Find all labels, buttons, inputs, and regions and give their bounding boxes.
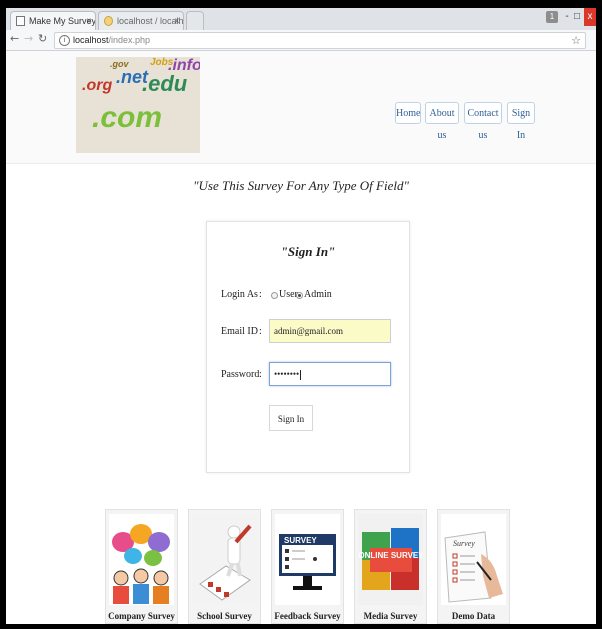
card-company-survey[interactable]: Company Survey (105, 509, 178, 624)
radio-user[interactable] (271, 292, 278, 299)
puzzle-icon: ONLINE SURVEY (358, 514, 423, 605)
tab-make-my-survey[interactable]: Make My Survey x (10, 11, 96, 30)
phpmyadmin-icon (104, 16, 113, 26)
email-field[interactable]: admin@gmail.com (269, 319, 391, 343)
checklist-pencil-icon (192, 514, 257, 605)
user-profile-icon[interactable]: 1 (546, 11, 558, 23)
tab-bar: Make My Survey x localhost / localhost /… (6, 8, 596, 30)
new-tab-button[interactable] (186, 11, 204, 30)
nav-about-us[interactable]: About us (425, 102, 459, 141)
card-caption: Demo Data (451, 611, 496, 621)
monitor-survey-icon: SURVEY (275, 514, 340, 605)
tab-localhost[interactable]: localhost / localhost / m x (98, 11, 184, 30)
password-value: •••••••• (274, 369, 300, 379)
colon: : (259, 289, 262, 300)
sign-in-panel: "Sign In" Login As : User Admin Email ID… (206, 221, 410, 473)
close-tab-icon[interactable]: x (87, 12, 91, 30)
colon: : (259, 369, 262, 380)
browser-window: Make My Survey x localhost / localhost /… (6, 8, 596, 624)
card-caption: Company Survey (108, 611, 175, 621)
logo-word: .info (168, 57, 200, 74)
close-window-button[interactable]: x (584, 8, 596, 26)
info-icon[interactable]: i (59, 35, 70, 46)
radio-admin[interactable] (296, 292, 303, 299)
nav-home[interactable]: Home (395, 102, 421, 124)
card-school-survey[interactable]: School Survey (188, 509, 261, 624)
sign-in-title: "Sign In" (280, 244, 336, 259)
forward-icon[interactable]: → (24, 32, 33, 45)
maximize-button[interactable]: □ (572, 8, 582, 26)
password-label: Password (221, 369, 260, 380)
card-caption: Feedback Survey (274, 611, 341, 621)
card-image-text: Survey (453, 539, 475, 548)
nav-contact-us[interactable]: Contact us (464, 102, 502, 141)
card-caption: Media Survey (363, 611, 418, 621)
password-field[interactable]: •••••••• (269, 362, 391, 386)
sign-in-button[interactable]: Sign In (269, 405, 313, 431)
card-caption: School Survey (197, 611, 252, 621)
site-header: .org .gov .net Jobs .edu .info .com Home… (6, 51, 596, 164)
card-image-text: ONLINE SURVEY (358, 551, 423, 560)
star-icon[interactable]: ☆ (571, 33, 581, 48)
back-icon[interactable]: ← (10, 32, 19, 45)
page-icon (16, 16, 25, 26)
logo-word: .org (82, 77, 113, 94)
minimize-button[interactable]: - (562, 8, 572, 26)
card-demo-data[interactable]: Survey Demo Data (437, 509, 510, 624)
email-label: Email ID (221, 326, 258, 337)
colon: : (259, 326, 262, 337)
url-text: localhost/index.php (73, 35, 151, 45)
nav-sign-in[interactable]: Sign In (507, 102, 535, 141)
login-as-label: Login As (221, 289, 258, 300)
logo[interactable]: .org .gov .net Jobs .edu .info .com (76, 57, 200, 153)
url-input[interactable]: i localhost/index.php ☆ (54, 32, 586, 49)
card-feedback-survey[interactable]: SURVEY Feedback Survey (271, 509, 344, 624)
address-bar: ← → ↻ i localhost/index.php ☆ (6, 30, 596, 51)
close-tab-icon[interactable]: x (175, 12, 179, 30)
tagline: "Use This Survey For Any Type Of Field" (193, 178, 409, 193)
card-media-survey[interactable]: ONLINE SURVEY Media Survey (354, 509, 427, 624)
survey-form-icon: Survey (441, 514, 506, 605)
radio-admin-label: Admin (304, 289, 332, 300)
tab-title: Make My Survey (29, 16, 96, 26)
card-image-text: SURVEY (284, 536, 317, 545)
reload-icon[interactable]: ↻ (38, 32, 47, 45)
logo-word: .com (92, 101, 163, 134)
tab-title: localhost / localhost / m (117, 16, 184, 26)
people-speech-bubbles-icon (109, 514, 174, 605)
